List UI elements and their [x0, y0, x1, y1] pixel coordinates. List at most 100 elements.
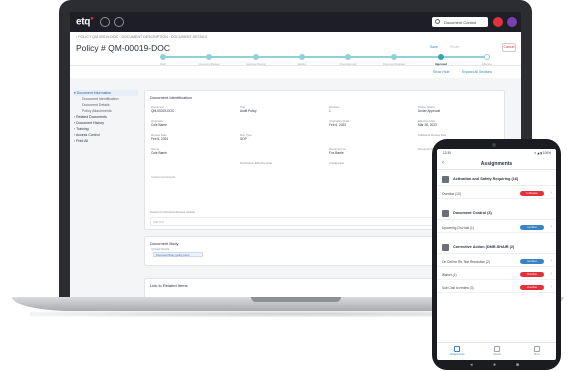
form-field[interactable]: Effective Date Mar 28, 2023	[418, 119, 488, 127]
assignment-row[interactable]: On Cell for Re-Test Resolution (2) Up Nex…	[437, 256, 556, 267]
recents-nav-icon[interactable]: ■	[516, 362, 519, 368]
search-icon	[435, 19, 440, 24]
field-value: SOP	[240, 137, 247, 141]
workflow-step-node[interactable]	[391, 54, 397, 60]
bottom-nav-item[interactable]: Assignments	[442, 346, 472, 356]
workflow-step-node[interactable]	[484, 54, 490, 60]
home-icon[interactable]	[114, 17, 124, 27]
route-button[interactable]: Route	[450, 45, 459, 52]
status-badge: Overdue	[520, 285, 544, 290]
workflow-step-label: Approval Routing	[246, 63, 266, 66]
workflow-step-node[interactable]	[438, 54, 444, 60]
home-nav-icon[interactable]: ●	[493, 362, 496, 368]
field-label: Configurator	[329, 161, 345, 165]
sidebar-item[interactable]: › Print All	[74, 138, 138, 144]
assignment-row[interactable]: Sub Cost to review (3) Overdue ›	[437, 282, 556, 293]
field-value: Cole Barrie	[151, 151, 167, 155]
form-field[interactable]: Phase Status Under Approval	[418, 105, 488, 113]
assignment-group[interactable]: Corrective Action (DMR-SHAIR (2)	[437, 241, 556, 254]
avatar[interactable]	[507, 17, 517, 27]
workflow-step-label: Review	[297, 63, 307, 66]
phone-screen: 12:30 ▾ ◢ ▮ 100% ‹ Assignments Activatio…	[437, 149, 556, 360]
status-bar: 12:30 ▾ ◢ ▮ 100%	[437, 149, 556, 156]
card-title: Document Identification	[150, 95, 192, 100]
assignment-row[interactable]: Upcoming On-Hold (1) Up Next ›	[437, 222, 556, 233]
show-hide-link[interactable]: Show Hide	[433, 70, 449, 74]
form-field[interactable]: Document QM-00019-DOC	[151, 105, 221, 113]
workflow-step-node[interactable]	[160, 54, 166, 60]
form-field[interactable]: Additional Review Req	[418, 133, 488, 137]
form-field[interactable]: Revision 1	[329, 105, 399, 113]
nav-label: More	[534, 353, 540, 356]
nav-icon	[534, 346, 540, 352]
field-label: Distribution Effective Date	[240, 161, 273, 165]
workflow-step-label: Document Review	[198, 63, 220, 66]
field-value: Cole Barrie	[151, 123, 167, 127]
upload-label: Upload Details	[151, 247, 170, 251]
workflow-step-label: Draft	[160, 63, 166, 66]
clock: 12:30	[443, 151, 451, 155]
toolbar: Show Hide Expand All Sections	[70, 68, 521, 78]
row-label: On Cell for Re-Test Resolution (2)	[442, 259, 490, 264]
breadcrumb[interactable]: ‹ POLICY QM 00019-DOC · DOCUMENT DESCRIP…	[76, 35, 207, 39]
bottom-nav-item[interactable]: Search	[482, 346, 512, 356]
group-title: Corrective Action (DMR-SHAIR (2)	[453, 245, 515, 249]
nav-label: Search	[492, 353, 502, 356]
nav-icon	[494, 346, 500, 352]
save-button[interactable]: Save	[430, 45, 438, 52]
assignment-row[interactable]: Overdue (10) In Review ›	[437, 188, 556, 199]
group-icon	[442, 210, 449, 217]
assignment-group[interactable]: Document Control (3)	[437, 207, 556, 220]
form-field[interactable]: Origination Date Feb 6, 2023	[329, 119, 399, 127]
workflow-step-label: Approved	[434, 63, 448, 66]
chevron-right-icon: ›	[550, 190, 552, 196]
form-field[interactable]: Configurator	[329, 161, 399, 165]
group-icon	[442, 244, 449, 251]
form-field[interactable]: Title Audit Policy	[240, 105, 310, 113]
group-title: Document Control (3)	[453, 211, 492, 215]
assignment-row[interactable]: Waiver (1) Overdue ›	[437, 269, 556, 280]
group-icon	[442, 176, 449, 183]
workflow-step-node[interactable]	[345, 54, 351, 60]
field-value: QM-00019-DOC	[151, 109, 175, 113]
camera-icon	[492, 143, 496, 147]
row-label: Waiver (1)	[442, 272, 457, 277]
laptop-notch	[251, 297, 341, 302]
workflow-step-label: Document Release	[382, 63, 406, 66]
row-label: Upcoming On-Hold (1)	[442, 225, 474, 230]
record-header: ‹ POLICY QM 00019-DOC · DOCUMENT DESCRIP…	[70, 32, 521, 66]
document-attachment[interactable]: Document Body (policy).docx	[153, 252, 203, 257]
form-field[interactable]: Distribution Effective Date	[240, 161, 310, 165]
notification-icon[interactable]	[493, 17, 503, 27]
status-badge: Overdue	[520, 272, 544, 277]
assignment-group[interactable]: Activation and Safety Requiring (16)	[437, 173, 556, 186]
back-nav-icon[interactable]: ◂	[470, 362, 473, 368]
workflow-step-node[interactable]	[299, 54, 305, 60]
card-title: Document Body	[150, 241, 179, 246]
page-title: Policy # QM-00019-DOC	[76, 43, 171, 53]
reason-label: Reason for Revision/Review Update	[150, 210, 195, 214]
bottom-nav-item[interactable]: More	[522, 346, 552, 356]
chevron-right-icon: ›	[550, 271, 552, 277]
field-value: Feb 6, 2023	[329, 123, 347, 127]
workflow-step-node[interactable]	[206, 54, 212, 60]
section-nav: ▾ Document Information Document Identific…	[74, 90, 138, 170]
menu-icon[interactable]	[100, 17, 110, 27]
expand-all-link[interactable]: Expand All Sections	[462, 70, 492, 74]
field-value: Feb 6, 2024	[151, 137, 169, 141]
form-field[interactable]: Owner Cole Barrie	[151, 147, 221, 155]
chevron-right-icon: ›	[550, 284, 552, 290]
form-field[interactable]: Review Date Feb 6, 2024	[151, 133, 221, 141]
form-field[interactable]: Document Co Fox Barrie	[329, 147, 399, 155]
form-field[interactable]: Doc Type SOP	[240, 133, 310, 141]
workflow-step-node[interactable]	[253, 54, 259, 60]
form-field[interactable]: Custom Comments	[151, 175, 221, 179]
form-field[interactable]: Originator Cole Barrie	[151, 119, 221, 127]
search-input[interactable]: Document Control	[432, 17, 488, 27]
field-value: 1	[329, 109, 331, 113]
field-label: Additional Review Req	[418, 133, 447, 137]
cancel-button[interactable]: Cancel	[502, 43, 516, 52]
phone-frame: 12:30 ▾ ◢ ▮ 100% ‹ Assignments Activatio…	[432, 139, 561, 370]
group-title: Activation and Safety Requiring (16)	[453, 177, 519, 181]
workflow-step-label: Effective	[482, 63, 492, 66]
